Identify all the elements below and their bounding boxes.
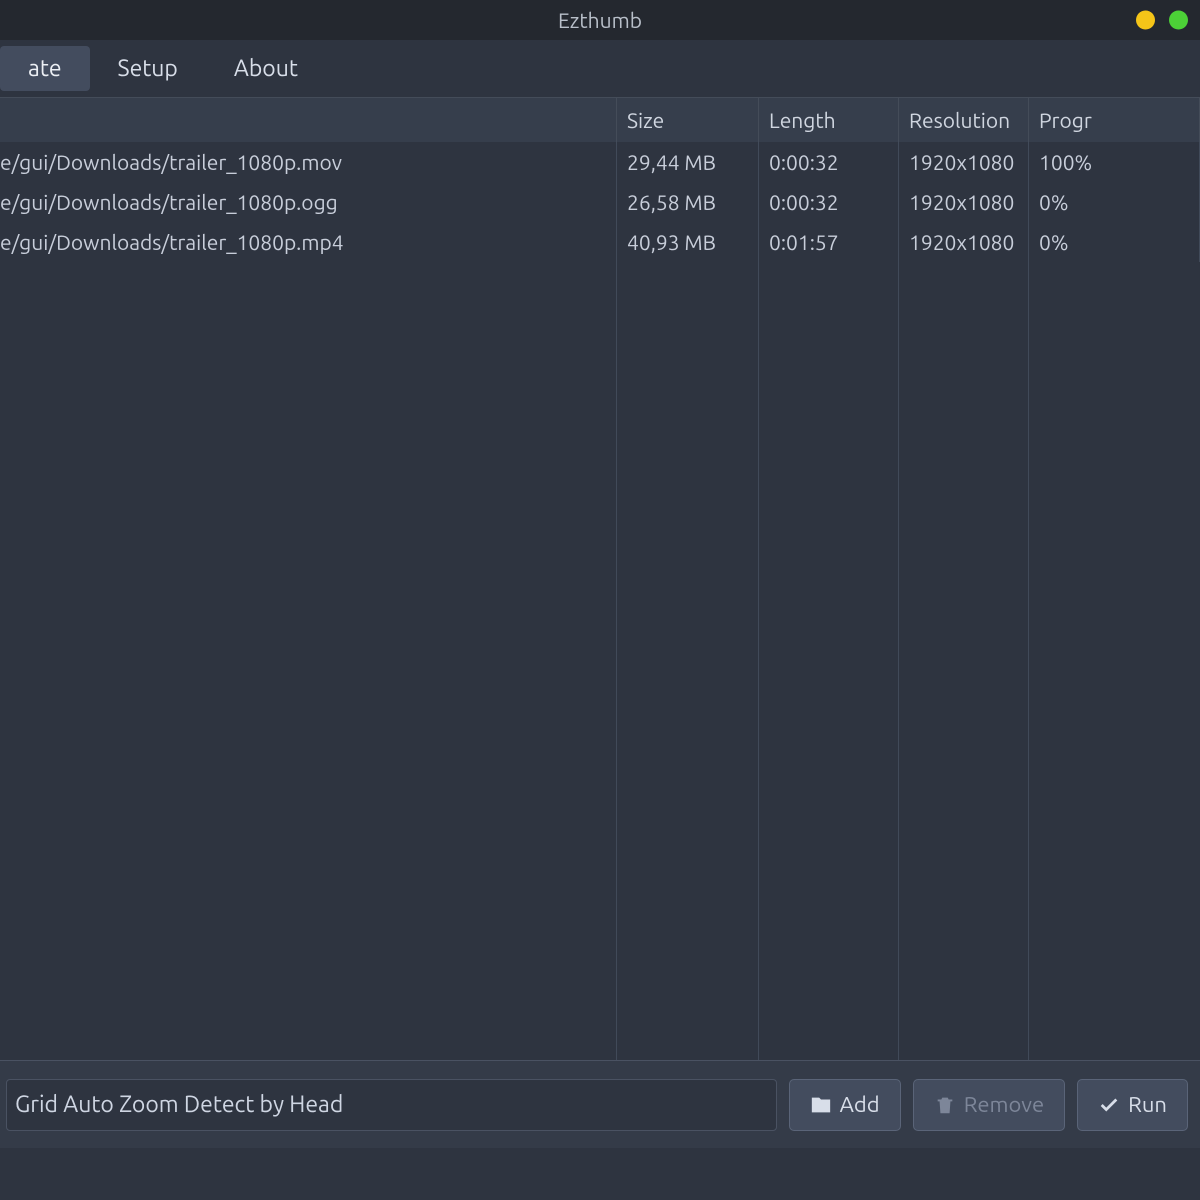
- cell-progress: 100%: [1029, 142, 1200, 182]
- folder-icon: [810, 1094, 832, 1116]
- cell-size: 26,58 MB: [617, 182, 759, 222]
- col-header-size[interactable]: Size: [617, 98, 759, 142]
- window-controls: [1136, 11, 1188, 30]
- footer-toolbar: Grid Auto Zoom Detect by Head Add Remove…: [0, 1060, 1200, 1148]
- cell-length: 0:00:32: [759, 182, 899, 222]
- add-button-label: Add: [840, 1092, 880, 1117]
- menu-item-generate[interactable]: ate: [0, 46, 90, 91]
- cell-size: 29,44 MB: [617, 142, 759, 182]
- maximize-icon[interactable]: [1169, 11, 1188, 30]
- cell-file: e/gui/Downloads/trailer_1080p.mov: [0, 142, 617, 182]
- menu-item-label: About: [234, 56, 298, 81]
- table-row[interactable]: e/gui/Downloads/trailer_1080p.mp4 40,93 …: [0, 222, 1200, 262]
- menu-item-about[interactable]: About: [206, 46, 326, 91]
- col-header-progress[interactable]: Progr: [1029, 98, 1200, 142]
- add-button[interactable]: Add: [789, 1079, 901, 1131]
- cell-length: 0:00:32: [759, 142, 899, 182]
- minimize-icon[interactable]: [1136, 11, 1155, 30]
- cell-progress: 0%: [1029, 182, 1200, 222]
- cell-file: e/gui/Downloads/trailer_1080p.ogg: [0, 182, 617, 222]
- titlebar: Ezthumb: [0, 0, 1200, 40]
- table-row[interactable]: e/gui/Downloads/trailer_1080p.ogg 26,58 …: [0, 182, 1200, 222]
- table-body-container: e/gui/Downloads/trailer_1080p.mov 29,44 …: [0, 142, 1200, 1060]
- table-row[interactable]: e/gui/Downloads/trailer_1080p.mov 29,44 …: [0, 142, 1200, 182]
- cell-length: 0:01:57: [759, 222, 899, 262]
- file-table: Size Length Resolution Progr e/gui/Downl…: [0, 98, 1200, 1060]
- remove-button[interactable]: Remove: [913, 1079, 1065, 1131]
- bottom-padding: [0, 1148, 1200, 1200]
- menu-item-setup[interactable]: Setup: [90, 46, 206, 91]
- menu-item-label: ate: [28, 56, 62, 81]
- col-header-file[interactable]: [0, 98, 617, 142]
- run-button[interactable]: Run: [1077, 1079, 1188, 1131]
- cell-size: 40,93 MB: [617, 222, 759, 262]
- status-text: Grid Auto Zoom Detect by Head: [6, 1079, 777, 1131]
- cell-progress: 0%: [1029, 222, 1200, 262]
- table-header: Size Length Resolution Progr: [0, 98, 1200, 142]
- cell-file: e/gui/Downloads/trailer_1080p.mp4: [0, 222, 617, 262]
- check-icon: [1098, 1094, 1120, 1116]
- cell-resolution: 1920x1080: [899, 182, 1029, 222]
- menu-item-label: Setup: [118, 56, 178, 81]
- run-button-label: Run: [1128, 1092, 1167, 1117]
- menubar: ate Setup About: [0, 40, 1200, 98]
- cell-resolution: 1920x1080: [899, 142, 1029, 182]
- status-label: Grid Auto Zoom Detect by Head: [15, 1092, 343, 1117]
- table-body: e/gui/Downloads/trailer_1080p.mov 29,44 …: [0, 142, 1200, 262]
- main-content: Size Length Resolution Progr e/gui/Downl…: [0, 98, 1200, 1060]
- remove-button-label: Remove: [964, 1092, 1044, 1117]
- window-title: Ezthumb: [558, 8, 642, 32]
- col-header-resolution[interactable]: Resolution: [899, 98, 1029, 142]
- trash-icon: [934, 1094, 956, 1116]
- col-header-length[interactable]: Length: [759, 98, 899, 142]
- cell-resolution: 1920x1080: [899, 222, 1029, 262]
